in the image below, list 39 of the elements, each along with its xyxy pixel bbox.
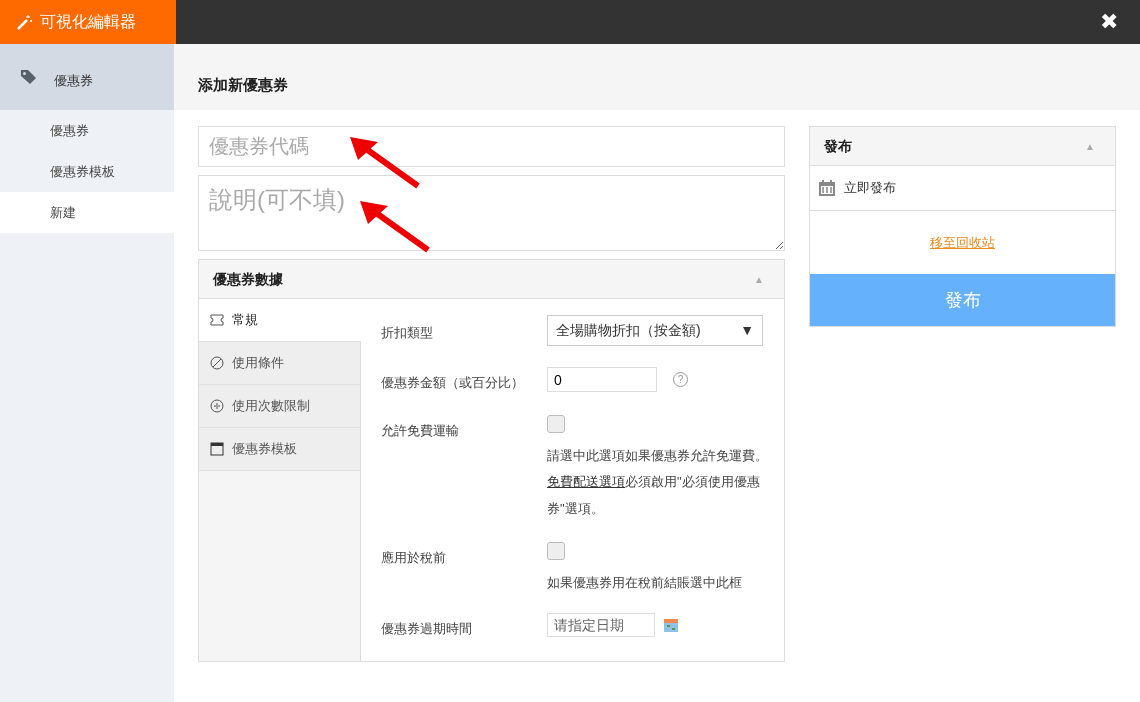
data-tab[interactable]: 常規 [199, 299, 361, 342]
discount-type-select[interactable]: 全場購物折扣（按金額) ▼ [547, 315, 763, 346]
page-title: 添加新優惠券 [198, 74, 288, 95]
field-label: 優惠券金額（或百分比） [381, 374, 525, 392]
window-icon [210, 442, 224, 456]
field-label: 應用於稅前 [381, 549, 447, 568]
help-text: 如果優惠券用在稅前結賬選中此框 [547, 573, 743, 592]
date-field[interactable]: 请指定日期 [547, 612, 655, 637]
ticket-icon [210, 313, 224, 327]
section-label: 優惠券 [54, 72, 93, 91]
close-button[interactable]: ✖ [1094, 0, 1124, 44]
shipping-options-link[interactable]: 免費配送選項 [547, 474, 625, 490]
calendar-icon [663, 616, 679, 633]
checkbox[interactable] [547, 415, 565, 433]
caret-icon: ▼ [740, 320, 754, 341]
panel-title: 優惠券數據 [213, 269, 283, 289]
prohibited-icon [210, 356, 224, 370]
field-label: 折扣類型 [381, 324, 434, 342]
field-label: 允許免費運輸 [381, 422, 460, 440]
checkbox[interactable] [547, 542, 565, 561]
description-field[interactable]: 說明(可不填) [198, 175, 785, 251]
coupon-code-field[interactable]: 優惠券代碼 [198, 126, 785, 167]
magic-wand-icon [16, 14, 32, 30]
circle-icon [210, 399, 224, 413]
data-tab[interactable]: 使用次數限制 [199, 385, 360, 428]
sidebar-item[interactable]: 優惠券模板 [0, 151, 174, 192]
amount-field[interactable]: 0 [547, 367, 657, 392]
sidebar-item[interactable]: 新建 [0, 192, 174, 233]
app-title: 可視化編輯器 [40, 12, 136, 32]
help-text: 請選中此選項如果優惠券允許免運費。 免費配送選項必須啟用"必須使用優惠券"選項。 [547, 446, 769, 518]
sidebar-section[interactable]: 優惠券 [0, 44, 174, 110]
data-tab[interactable]: 使用條件 [199, 342, 360, 385]
sidebar-item[interactable]: 優惠券 [0, 110, 174, 151]
schedule-text: 立即發布 [844, 179, 896, 198]
field-label: 優惠券過期時間 [381, 619, 473, 638]
calendar-icon [818, 179, 836, 197]
tag-icon [20, 69, 38, 85]
panel-title: 發布 [824, 136, 852, 156]
data-tab[interactable]: 優惠券模板 [199, 428, 360, 471]
